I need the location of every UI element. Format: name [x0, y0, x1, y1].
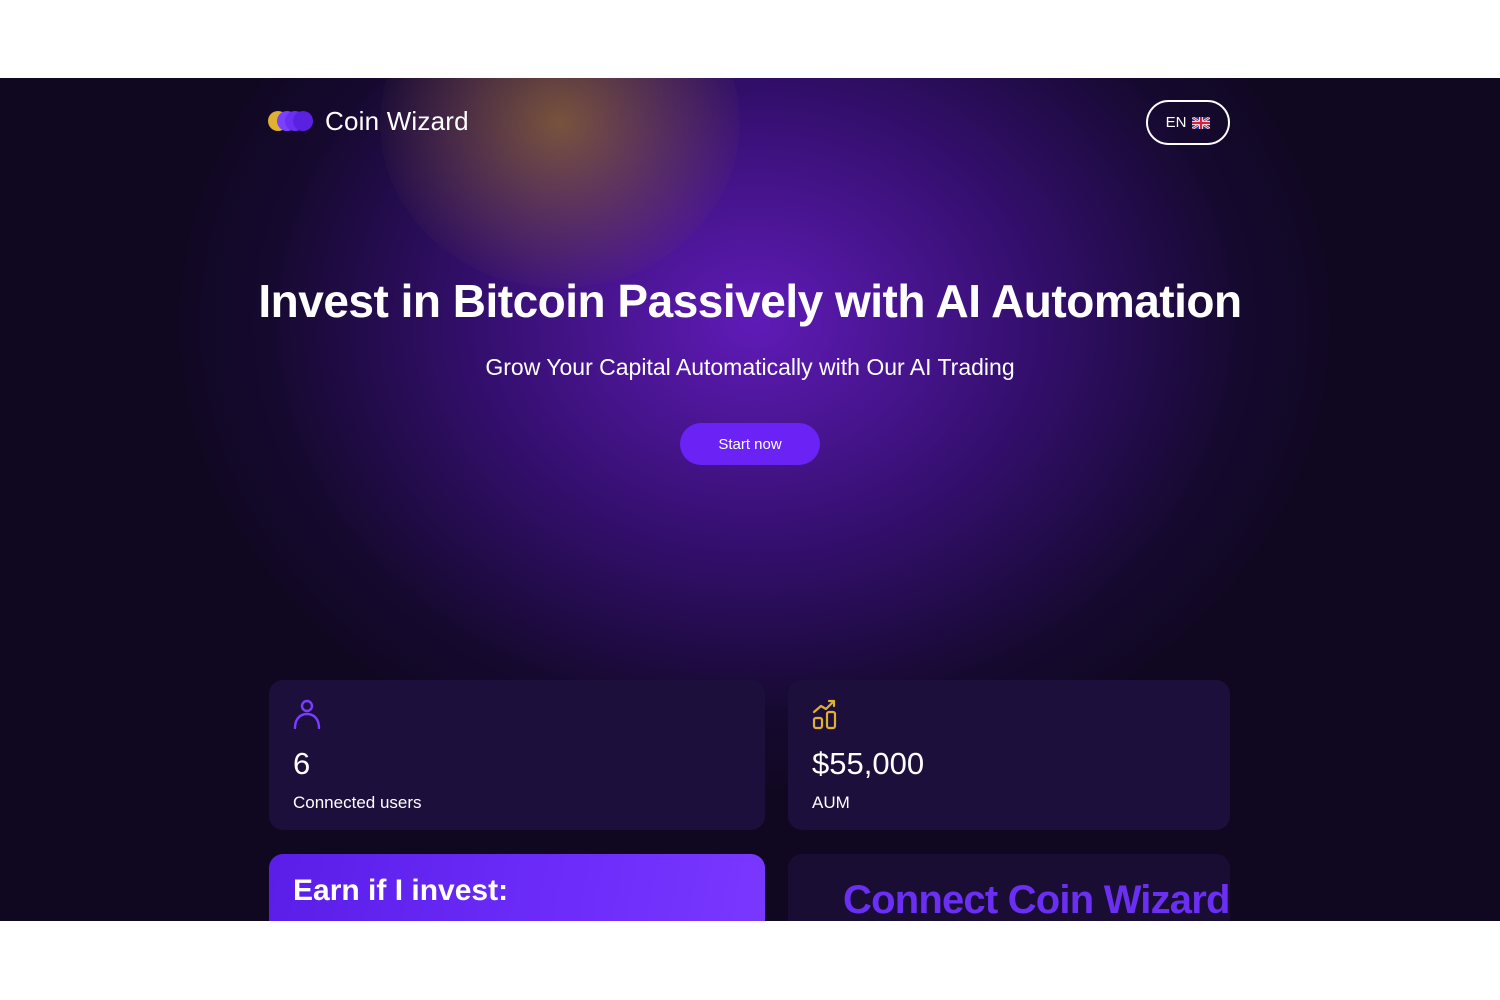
aum-card: $55,000 AUM: [788, 680, 1230, 830]
aum-value: $55,000: [812, 746, 925, 781]
language-label: EN: [1165, 114, 1187, 131]
brand-logo[interactable]: Coin Wizard: [268, 106, 469, 137]
user-icon: [293, 699, 321, 730]
connected-users-card: 6 Connected users: [269, 680, 765, 830]
coin-stack-logo-icon: [268, 110, 316, 133]
earn-calculator-card: Earn if I invest:: [269, 854, 765, 921]
connect-title: Connect Coin Wizard: [843, 878, 1230, 921]
landing-page: Coin Wizard EN Invest in Bitcoin Passive…: [0, 78, 1500, 921]
navbar: Coin Wizard EN: [268, 100, 1230, 146]
hero-subtitle: Grow Your Capital Automatically with Our…: [485, 354, 1015, 380]
connected-users-value: 6: [293, 746, 311, 781]
language-selector-button[interactable]: EN: [1146, 100, 1230, 145]
hero-title: Invest in Bitcoin Passively with AI Auto…: [258, 275, 1242, 327]
start-now-button[interactable]: Start now: [680, 423, 820, 465]
bar-chart-icon: [812, 699, 837, 730]
brand-name: Coin Wizard: [325, 106, 469, 136]
aum-label: AUM: [812, 793, 850, 812]
uk-flag-icon: [1192, 116, 1211, 129]
connected-users-label: Connected users: [293, 793, 422, 812]
connect-card: Connect Coin Wizard: [788, 854, 1230, 921]
earn-title: Earn if I invest:: [293, 874, 509, 907]
